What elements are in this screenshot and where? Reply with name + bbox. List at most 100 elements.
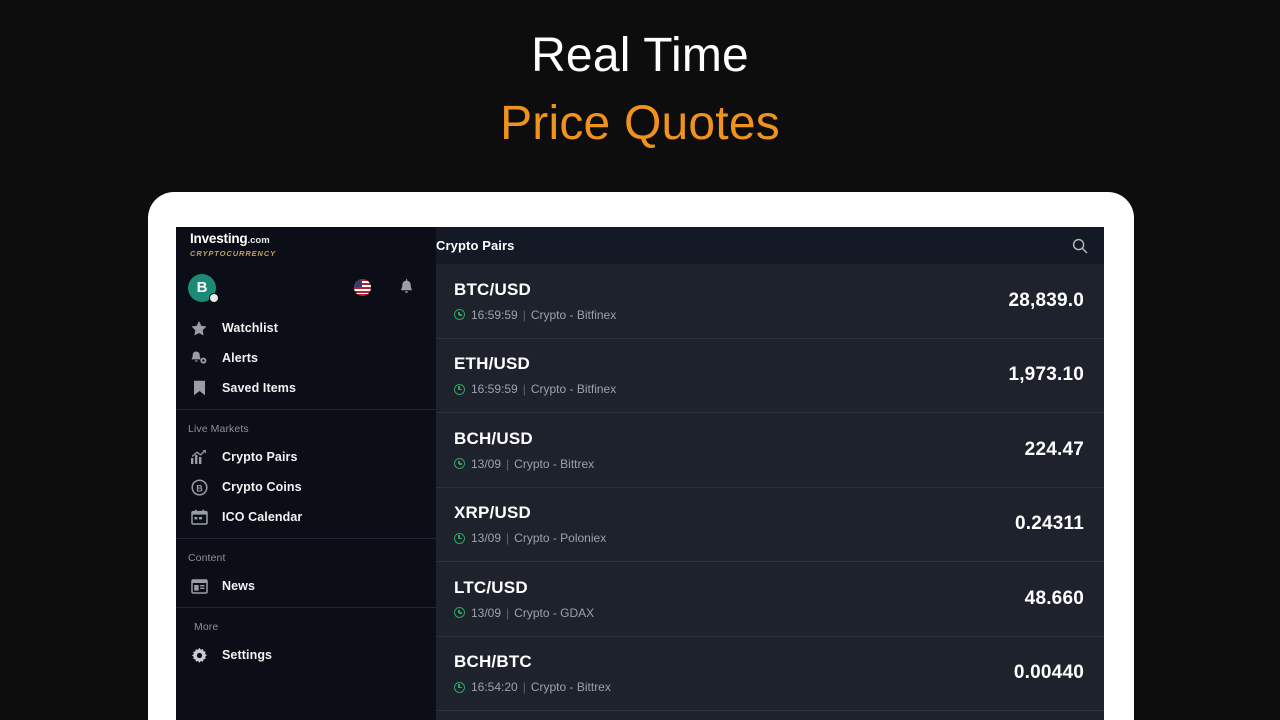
avatar-initial: B bbox=[196, 279, 208, 296]
brand-subtitle: CRYPTOCURRENCY bbox=[190, 249, 277, 258]
quote-row[interactable]: BCH/USD 13/09 | Crypto - Bittrex 224.47 bbox=[436, 413, 1104, 488]
calendar-icon bbox=[188, 508, 210, 526]
topbar: Crypto Pairs bbox=[436, 227, 1104, 264]
quote-separator: | bbox=[522, 307, 526, 322]
quote-info: XRP/USD 13/09 | Crypto - Poloniex bbox=[454, 503, 1015, 545]
sidebar-item-crypto-coins[interactable]: B Crypto Coins bbox=[176, 472, 436, 502]
quote-meta: 16:59:59 | Crypto - Bitfinex bbox=[454, 382, 1008, 396]
sidebar-heading-more: More bbox=[194, 621, 219, 633]
quote-meta: 16:54:20 | Crypto - Bittrex bbox=[454, 680, 1014, 694]
quote-row[interactable]: XRP/USD 13/09 | Crypto - Poloniex 0.24311 bbox=[436, 488, 1104, 562]
quote-time: 13/09 bbox=[471, 531, 502, 546]
bell-icon[interactable] bbox=[399, 279, 414, 296]
quote-meta: 13/09 | Crypto - GDAX bbox=[454, 606, 1025, 620]
quote-info: BTC/USD 16:59:59 | Crypto - Bitfinex bbox=[454, 280, 1008, 322]
quote-symbol: BCH/BTC bbox=[454, 652, 532, 672]
sidebar-item-label: Crypto Pairs bbox=[222, 450, 298, 464]
avatar[interactable]: B bbox=[188, 273, 219, 303]
us-flag-icon[interactable] bbox=[354, 279, 371, 296]
quote-meta: 13/09 | Crypto - Bittrex bbox=[454, 457, 1025, 471]
quote-market: Crypto - Bittrex bbox=[530, 680, 611, 695]
sidebar-group-content: Content News bbox=[176, 539, 436, 607]
quote-info: BCH/BTC 16:54:20 | Crypto - Bittrex bbox=[454, 652, 1014, 694]
quote-market: Crypto - Bitfinex bbox=[530, 307, 617, 322]
quote-market: Crypto - Bittrex bbox=[514, 456, 595, 471]
sidebar-item-saved-items[interactable]: Saved Items bbox=[176, 373, 436, 403]
sidebar-item-crypto-pairs[interactable]: Crypto Pairs bbox=[176, 442, 436, 472]
sidebar-group-more: More Settings bbox=[176, 608, 436, 676]
bitcoin-coin-icon: B bbox=[188, 478, 210, 496]
quote-market: Crypto - GDAX bbox=[514, 605, 595, 620]
quote-price: 224.47 bbox=[1024, 438, 1084, 460]
quote-price: 1,973.10 bbox=[1008, 364, 1084, 386]
sidebar-item-alerts[interactable]: Alerts bbox=[176, 343, 436, 373]
clock-icon bbox=[454, 681, 465, 693]
quote-symbol: BCH/USD bbox=[454, 428, 533, 448]
sidebar-item-watchlist[interactable]: Watchlist bbox=[176, 313, 436, 343]
quote-symbol: BTC/USD bbox=[454, 279, 531, 299]
quote-separator: | bbox=[506, 456, 510, 471]
sidebar-primary-group: Watchlist Alerts Saved Items bbox=[176, 311, 436, 409]
clock-icon bbox=[454, 383, 465, 395]
quote-info: LTC/USD 13/09 | Crypto - GDAX bbox=[454, 578, 1025, 620]
sidebar-item-label: Crypto Coins bbox=[222, 480, 302, 494]
quote-time: 16:54:20 bbox=[471, 680, 518, 695]
quote-symbol: XRP/USD bbox=[454, 503, 531, 523]
quote-row[interactable]: BTC/USD 16:59:59 | Crypto - Bitfinex 28,839.… bbox=[436, 264, 1104, 339]
svg-text:B: B bbox=[196, 483, 203, 493]
page-title: Crypto Pairs bbox=[436, 238, 515, 253]
clock-icon bbox=[454, 458, 465, 470]
brand-name: Investing bbox=[190, 231, 248, 246]
quote-row[interactable]: LTC/USD 13/09 | Crypto - GDAX 48.660 bbox=[436, 562, 1104, 637]
quote-symbol: LTC/USD bbox=[454, 577, 528, 597]
quote-separator: | bbox=[506, 531, 510, 546]
screenshot-root: Real Time Price Quotes Investing.com CRY… bbox=[0, 0, 1280, 720]
sidebar-item-label: Alerts bbox=[222, 351, 259, 365]
sidebar-item-label: Watchlist bbox=[222, 321, 278, 335]
tablet-frame: Investing.com CRYPTOCURRENCY B Watchlist… bbox=[148, 192, 1134, 720]
sidebar-heading-content: Content bbox=[188, 552, 226, 564]
quote-separator: | bbox=[522, 680, 526, 695]
sidebar-heading-live-markets: Live Markets bbox=[188, 423, 249, 435]
sidebar-item-settings[interactable]: Settings bbox=[176, 640, 436, 670]
quote-symbol: ETH/USD bbox=[454, 354, 531, 374]
quote-price: 0.24311 bbox=[1014, 513, 1084, 535]
avatar-status-badge bbox=[209, 292, 219, 303]
promo-headline: Real Time Price Quotes bbox=[0, 32, 1280, 148]
quote-market: Crypto - Poloniex bbox=[514, 531, 607, 546]
sidebar-item-label: Settings bbox=[222, 648, 273, 662]
brand-logo: Investing.com CRYPTOCURRENCY bbox=[176, 227, 436, 264]
sidebar: Investing.com CRYPTOCURRENCY B Watchlist… bbox=[176, 227, 436, 720]
quote-info: BCH/USD 13/09 | Crypto - Bittrex bbox=[454, 429, 1025, 471]
quote-separator: | bbox=[522, 382, 526, 397]
bell-settings-icon bbox=[188, 349, 210, 367]
quote-price: 0.00440 bbox=[1013, 662, 1084, 684]
clock-icon bbox=[454, 607, 465, 619]
sidebar-item-ico-calendar[interactable]: ICO Calendar bbox=[176, 502, 436, 532]
gear-icon bbox=[188, 646, 210, 664]
sidebar-item-label: News bbox=[222, 579, 256, 593]
quote-row[interactable]: BCH/BTC 16:54:20 | Crypto - Bittrex 0.00440 bbox=[436, 637, 1104, 711]
sidebar-item-news[interactable]: News bbox=[176, 571, 436, 601]
account-row: B bbox=[176, 264, 436, 311]
quote-list[interactable]: BTC/USD 16:59:59 | Crypto - Bitfinex 28,839.… bbox=[436, 264, 1104, 720]
quote-info: ETH/USD 16:59:59 | Crypto - Bitfinex bbox=[454, 354, 1008, 396]
main-panel: Crypto Pairs BTC/USD 16:59:59 | Crypto - Bi… bbox=[436, 227, 1104, 720]
promo-line-2: Price Quotes bbox=[500, 97, 780, 150]
quote-price: 48.660 bbox=[1024, 587, 1084, 609]
search-icon[interactable] bbox=[1072, 238, 1088, 254]
brand-wordmark: Investing.com bbox=[190, 232, 436, 248]
chart-up-icon bbox=[188, 448, 210, 466]
quote-separator: | bbox=[506, 605, 510, 620]
star-icon bbox=[188, 319, 210, 337]
quote-meta: 13/09 | Crypto - Poloniex bbox=[454, 531, 1015, 545]
sidebar-item-label: Saved Items bbox=[222, 381, 297, 395]
quote-time: 13/09 bbox=[471, 605, 502, 620]
bookmark-icon bbox=[188, 379, 210, 397]
sidebar-item-label: ICO Calendar bbox=[222, 510, 303, 524]
quote-row[interactable]: ETH/USD 16:59:59 | Crypto - Bitfinex 1,973.1… bbox=[436, 339, 1104, 413]
app-screen: Investing.com CRYPTOCURRENCY B Watchlist… bbox=[176, 227, 1104, 720]
clock-icon bbox=[454, 309, 465, 321]
quote-time: 13/09 bbox=[471, 456, 502, 471]
quote-meta: 16:59:59 | Crypto - Bitfinex bbox=[454, 308, 1008, 322]
